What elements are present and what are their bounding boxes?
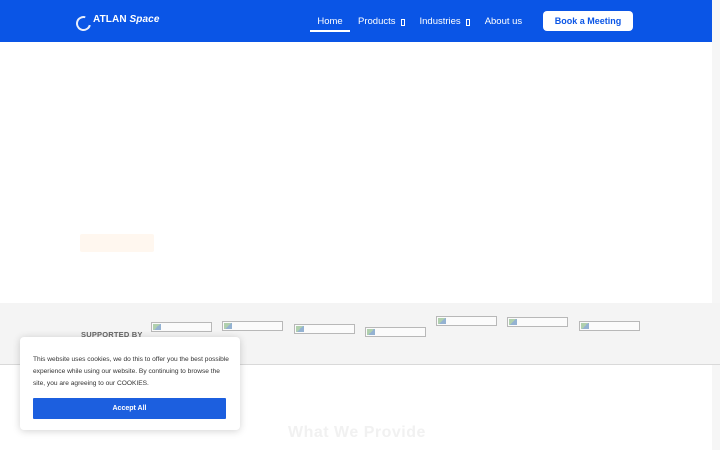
- cookie-popup: This website uses cookies, we do this to…: [20, 337, 240, 430]
- top-header: ATLAN Space Home Products Industries Abo…: [0, 0, 712, 42]
- nav-home-label: Home: [317, 15, 343, 27]
- brand-logo[interactable]: ATLAN Space: [73, 10, 160, 34]
- caret-icon: [400, 18, 405, 26]
- book-meeting-button[interactable]: Book a Meeting: [543, 11, 633, 31]
- sponsor-logo: [222, 321, 283, 331]
- logo-ring-icon: [73, 12, 94, 34]
- brand-name-italic: Space: [129, 13, 160, 25]
- nav-about[interactable]: About us: [485, 0, 523, 42]
- sponsor-logo: [294, 324, 355, 334]
- section-title: What We Provide: [288, 424, 426, 441]
- brand-name: ATLAN: [93, 13, 127, 25]
- cookie-message: This website uses cookies, we do this to…: [33, 356, 229, 387]
- caret-icon: [465, 18, 470, 26]
- nav-products-label: Products: [358, 15, 396, 27]
- main-nav: Home Products Industries About us: [310, 0, 522, 42]
- hero-button[interactable]: [80, 234, 154, 252]
- nav-products[interactable]: Products: [358, 0, 405, 42]
- sponsor-logo: [365, 327, 426, 337]
- sponsor-logo: [436, 316, 497, 326]
- sponsor-logo: [579, 321, 640, 331]
- nav-home[interactable]: Home: [310, 0, 350, 42]
- sponsor-logo: [151, 322, 212, 332]
- scrollbar[interactable]: [712, 0, 720, 450]
- nav-industries-label: Industries: [419, 15, 461, 27]
- nav-about-label: About us: [484, 15, 523, 27]
- sponsor-logo: [507, 317, 568, 327]
- nav-industries[interactable]: Industries: [420, 0, 470, 42]
- accept-all-button[interactable]: Accept All: [33, 398, 226, 419]
